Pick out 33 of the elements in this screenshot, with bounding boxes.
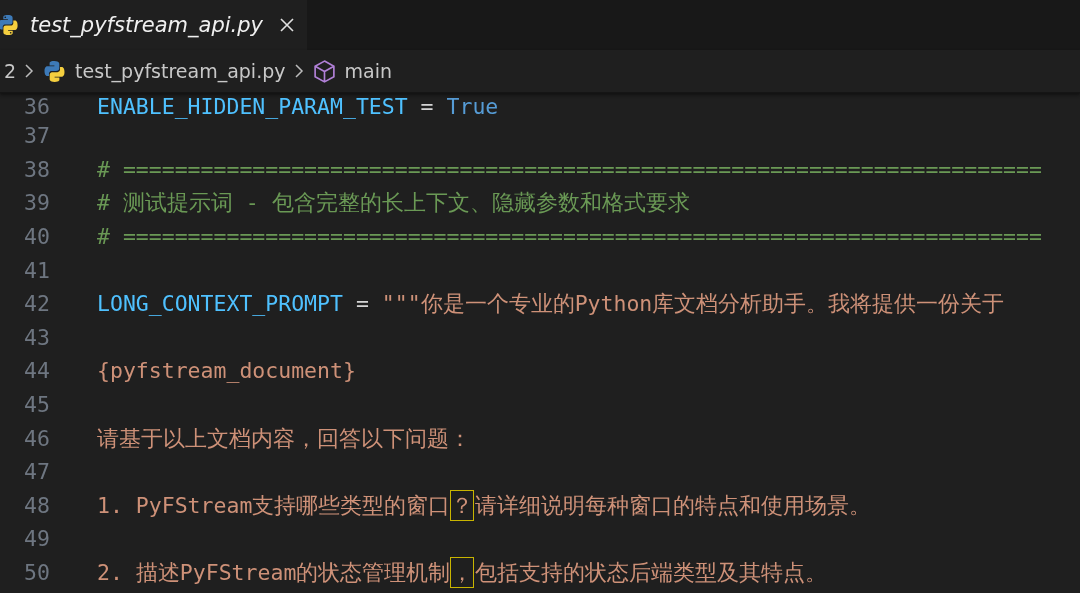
line-number: 47 — [23, 459, 50, 485]
chevron-right-icon — [293, 63, 304, 79]
line-number: 39 — [23, 190, 50, 216]
code-line: LONG_CONTEXT_PROMPT = """你是一个专业的Python库文档分析助手。我将提供一份关于 — [97, 290, 1005, 319]
line-number: 44 — [23, 358, 50, 384]
code-line: 请基于以上文档内容，回答以下问题： — [97, 424, 471, 453]
line-number: 48 — [23, 492, 50, 518]
line-number: 45 — [23, 392, 50, 418]
python-logo-icon — [0, 13, 20, 37]
line-number: 38 — [23, 156, 50, 182]
cube-icon — [311, 58, 337, 84]
line-number: 42 — [23, 291, 50, 317]
line-number: 43 — [23, 324, 50, 350]
code-line: ENABLE_HIDDEN_PARAM_TEST = True — [97, 93, 499, 119]
line-number: 41 — [23, 257, 50, 283]
chevron-right-icon — [24, 63, 35, 79]
code-line: {pyfstream_document} — [97, 358, 356, 384]
line-number: 50 — [23, 560, 50, 585]
editor-tab[interactable]: test_pyfstream_api.py — [0, 0, 307, 50]
breadcrumb-item[interactable]: test_pyfstream_api.py — [75, 60, 286, 82]
code-line: 1. PyFStream支持哪些类型的窗口？请详细说明每种窗口的特点和使用场景。 — [97, 489, 872, 521]
line-number: 36 — [23, 93, 50, 119]
line-number: 49 — [23, 526, 50, 552]
breadcrumb-item[interactable]: main — [344, 60, 392, 82]
breadcrumb-item[interactable]: 2 — [4, 60, 17, 82]
line-number: 37 — [23, 123, 50, 149]
line-number: 40 — [23, 224, 50, 250]
code-line: 2. 描述PyFStream的状态管理机制，包括支持的状态后端类型及其特点。 — [97, 557, 828, 588]
code-line: # 测试提示词 - 包含完整的长上下文、隐藏参数和格式要求 — [97, 189, 690, 218]
line-number: 46 — [23, 425, 50, 451]
code-line: # ======================================================================= — [97, 224, 1042, 250]
close-icon[interactable] — [279, 17, 295, 33]
code-line: # ======================================================================= — [97, 156, 1042, 182]
